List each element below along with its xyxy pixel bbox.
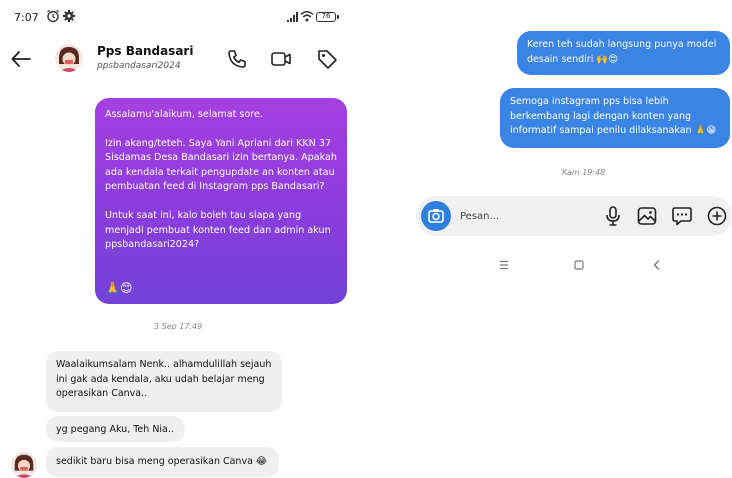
home-square-icon[interactable]	[570, 256, 588, 274]
received-message-bubble[interactable]: yg pegang Aku, Teh Nia..	[46, 416, 185, 442]
plus-icon[interactable]	[706, 205, 728, 227]
message-paragraph: Untuk saat ini, kalo boleh tau siapa yan…	[105, 209, 331, 251]
gallery-icon[interactable]	[636, 205, 658, 227]
message-composer	[416, 196, 732, 236]
camera-button[interactable]	[421, 201, 451, 231]
tag-icon[interactable]	[316, 48, 338, 70]
message-paragraph: Izin akang/teteh. Saya Yani Apriani dari…	[105, 137, 337, 193]
gear-icon	[63, 10, 75, 22]
sent-message-bubble[interactable]: Keren teh sudah langsung punya model des…	[517, 31, 730, 75]
contact-handle: ppsbandasari2024	[97, 61, 181, 71]
emoji-row: 🙏😊	[105, 281, 133, 296]
microphone-icon[interactable]	[602, 205, 624, 227]
video-icon[interactable]	[270, 48, 292, 70]
back-chevron-icon[interactable]	[648, 256, 666, 274]
sent-message-bubble[interactable]: Semoga instagram pps bisa lebih berkemba…	[500, 88, 730, 148]
avatar[interactable]	[55, 44, 83, 72]
message-timestamp: 3 Sep 17.49	[154, 322, 203, 331]
phone-icon[interactable]	[226, 48, 248, 70]
status-bar: 7:07 76	[0, 0, 388, 34]
contact-name: Pps Bandasari	[97, 44, 194, 58]
message-paragraph: Assalamu'alaikum, selamat sore.	[105, 109, 263, 120]
camera-icon	[428, 209, 444, 223]
chat-screen-left: 7:07 76 Pps Bandasari ppsbandasari2024 A…	[0, 0, 388, 478]
sticker-icon[interactable]	[671, 205, 693, 227]
sent-message-bubble[interactable]: Assalamu'alaikum, selamat sore. Izin aka…	[95, 98, 347, 304]
status-time: 7:07	[14, 11, 39, 24]
received-message-bubble[interactable]: sedikit baru bisa meng operasikan Canva …	[46, 447, 279, 477]
message-input[interactable]	[460, 205, 580, 227]
avatar[interactable]	[11, 452, 37, 478]
signal-icon	[287, 12, 298, 22]
alarm-icon	[47, 9, 59, 23]
menu-icon[interactable]	[495, 256, 513, 274]
chat-screen-right: Keren teh sudah langsung punya model des…	[400, 0, 732, 478]
received-message-bubble[interactable]: Waalaikumsalam Nenk.. alhamdulillah seja…	[46, 351, 282, 412]
message-timestamp: Kam 19:48	[562, 168, 606, 177]
wifi-icon	[300, 11, 314, 22]
battery-icon: 76	[316, 12, 339, 22]
back-arrow-icon[interactable]	[10, 48, 32, 70]
system-nav-bar	[400, 256, 732, 276]
chat-header: Pps Bandasari ppsbandasari2024	[0, 34, 388, 86]
